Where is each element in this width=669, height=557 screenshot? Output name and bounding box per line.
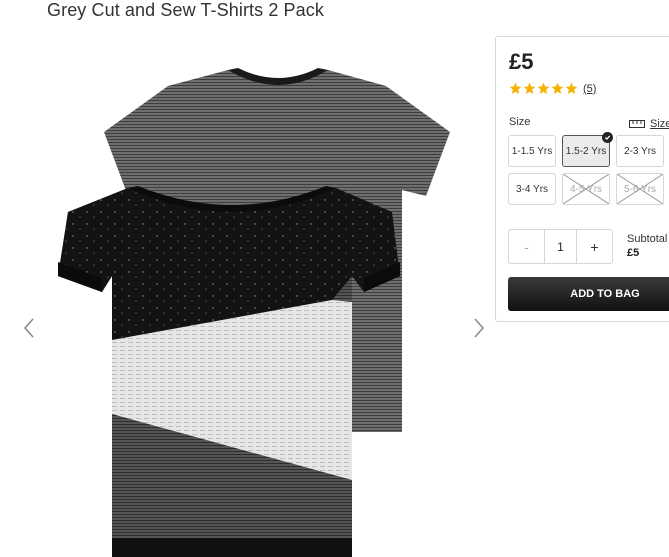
star-icon	[565, 82, 578, 95]
star-icon	[551, 82, 564, 95]
review-count-link[interactable]: (5)	[583, 83, 596, 95]
size-option-5-6-yrs[interactable]: 5-6 Yrs	[616, 173, 664, 205]
subtotal-label: Subtotal	[627, 233, 668, 245]
size-option-2-3-yrs[interactable]: 2-3 Yrs	[616, 135, 664, 167]
star-icon	[523, 82, 536, 95]
size-option-1.5-2-yrs[interactable]: 1.5-2 Yrs	[562, 132, 613, 167]
product-image	[58, 68, 450, 557]
star-rating	[509, 82, 579, 95]
rating: (5)	[509, 82, 596, 95]
quantity-input[interactable]: 1	[544, 230, 577, 263]
previous-image-button[interactable]	[20, 316, 40, 340]
size-option-label: 3-4 Yrs	[515, 183, 549, 195]
size-option-label: 1-1.5 Yrs	[511, 145, 553, 157]
size-option-label: 1.5-2 Yrs	[565, 145, 607, 157]
size-guide-link[interactable]: Size	[629, 118, 669, 130]
add-to-bag-button[interactable]: ADD TO BAG	[508, 277, 669, 311]
quantity-increase-button[interactable]: +	[577, 230, 612, 263]
size-label: Size	[509, 116, 531, 128]
chevron-right-icon	[474, 318, 485, 338]
size-option-4-5-yrs[interactable]: 4-5 Yrs	[562, 173, 610, 205]
star-icon	[537, 82, 550, 95]
product-image-gallery	[0, 40, 495, 557]
checkmark-icon	[602, 132, 613, 143]
unavailable-cross-icon	[617, 174, 663, 204]
size-guide-label: Size	[650, 118, 669, 130]
next-image-button[interactable]	[468, 316, 488, 340]
star-icon	[509, 82, 522, 95]
purchase-panel: £5 (5) Size Size 1-1.5 Yrs 1.5-2 Yrs 2-3…	[495, 36, 669, 322]
quantity-stepper: - 1 +	[508, 229, 613, 264]
unavailable-cross-icon	[563, 174, 609, 204]
subtotal-value: £5	[627, 247, 640, 259]
product-price: £5	[509, 49, 534, 74]
size-option-1-1.5-yrs[interactable]: 1-1.5 Yrs	[508, 135, 556, 167]
quantity-decrease-button[interactable]: -	[509, 230, 544, 263]
size-option-3-4-yrs[interactable]: 3-4 Yrs	[508, 173, 556, 205]
product-title: Grey Cut and Sew T-Shirts 2 Pack	[47, 0, 324, 20]
chevron-left-icon	[23, 318, 34, 338]
ruler-icon	[629, 120, 645, 128]
size-option-label: 2-3 Yrs	[623, 145, 657, 157]
